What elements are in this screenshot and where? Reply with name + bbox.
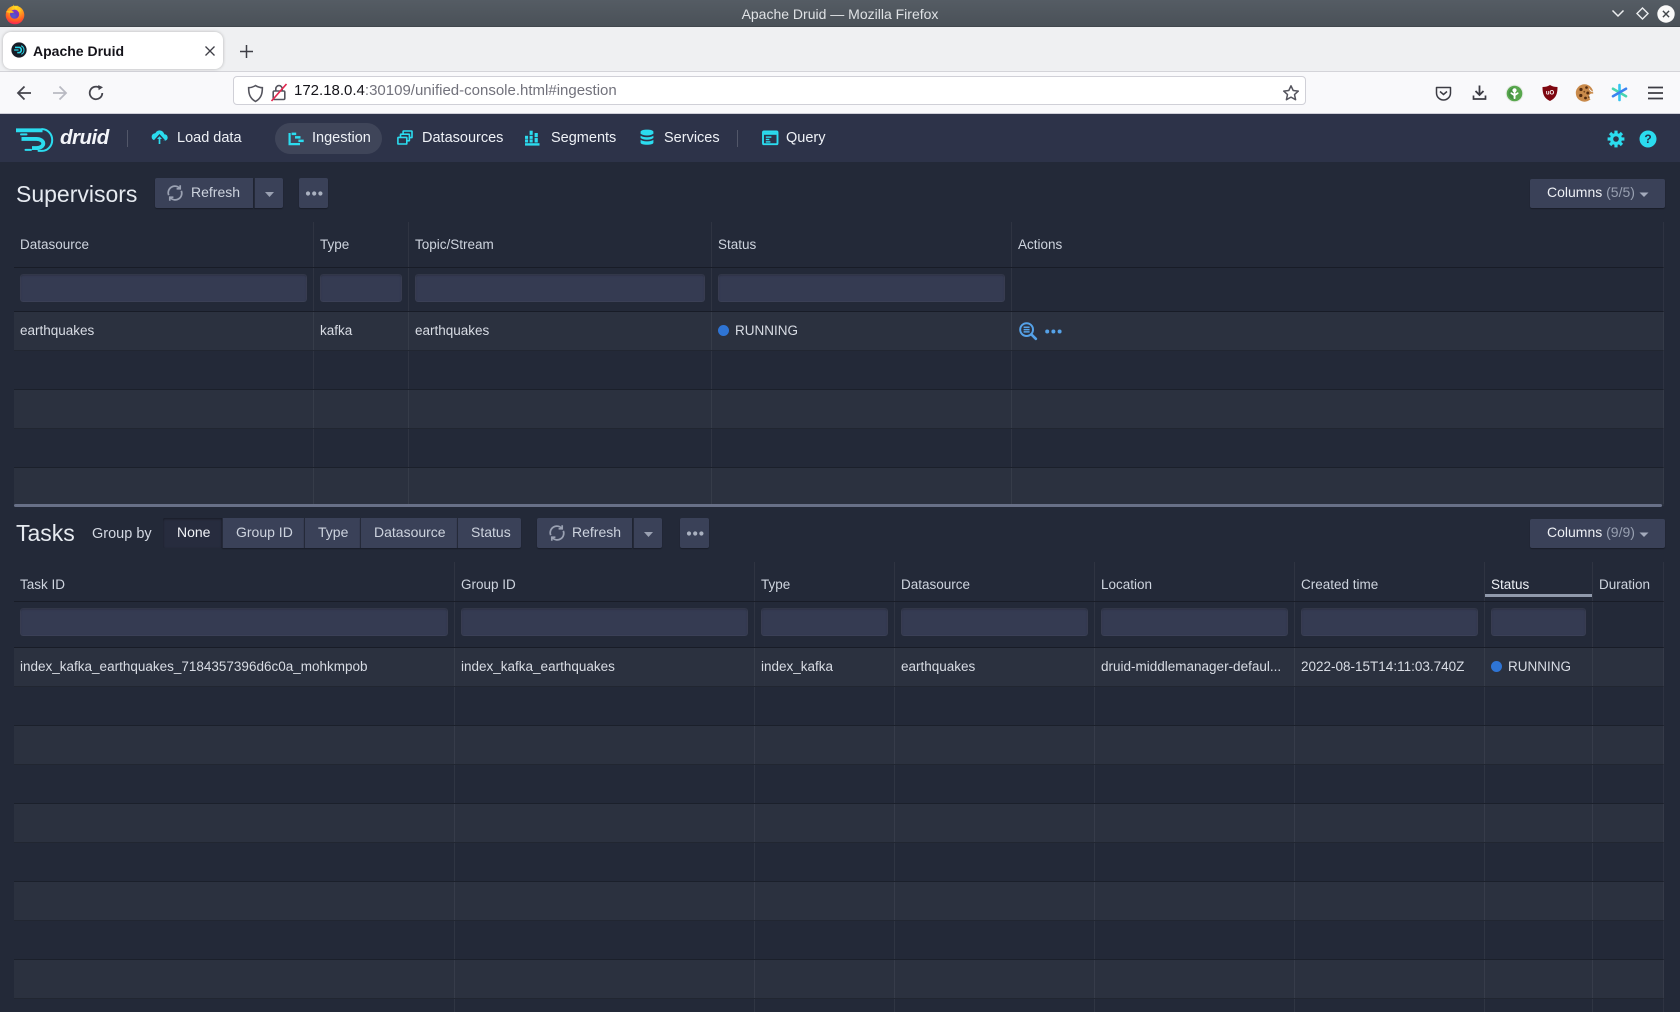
svg-text:uO: uO (1546, 91, 1555, 97)
svg-text:?: ? (1644, 132, 1651, 146)
